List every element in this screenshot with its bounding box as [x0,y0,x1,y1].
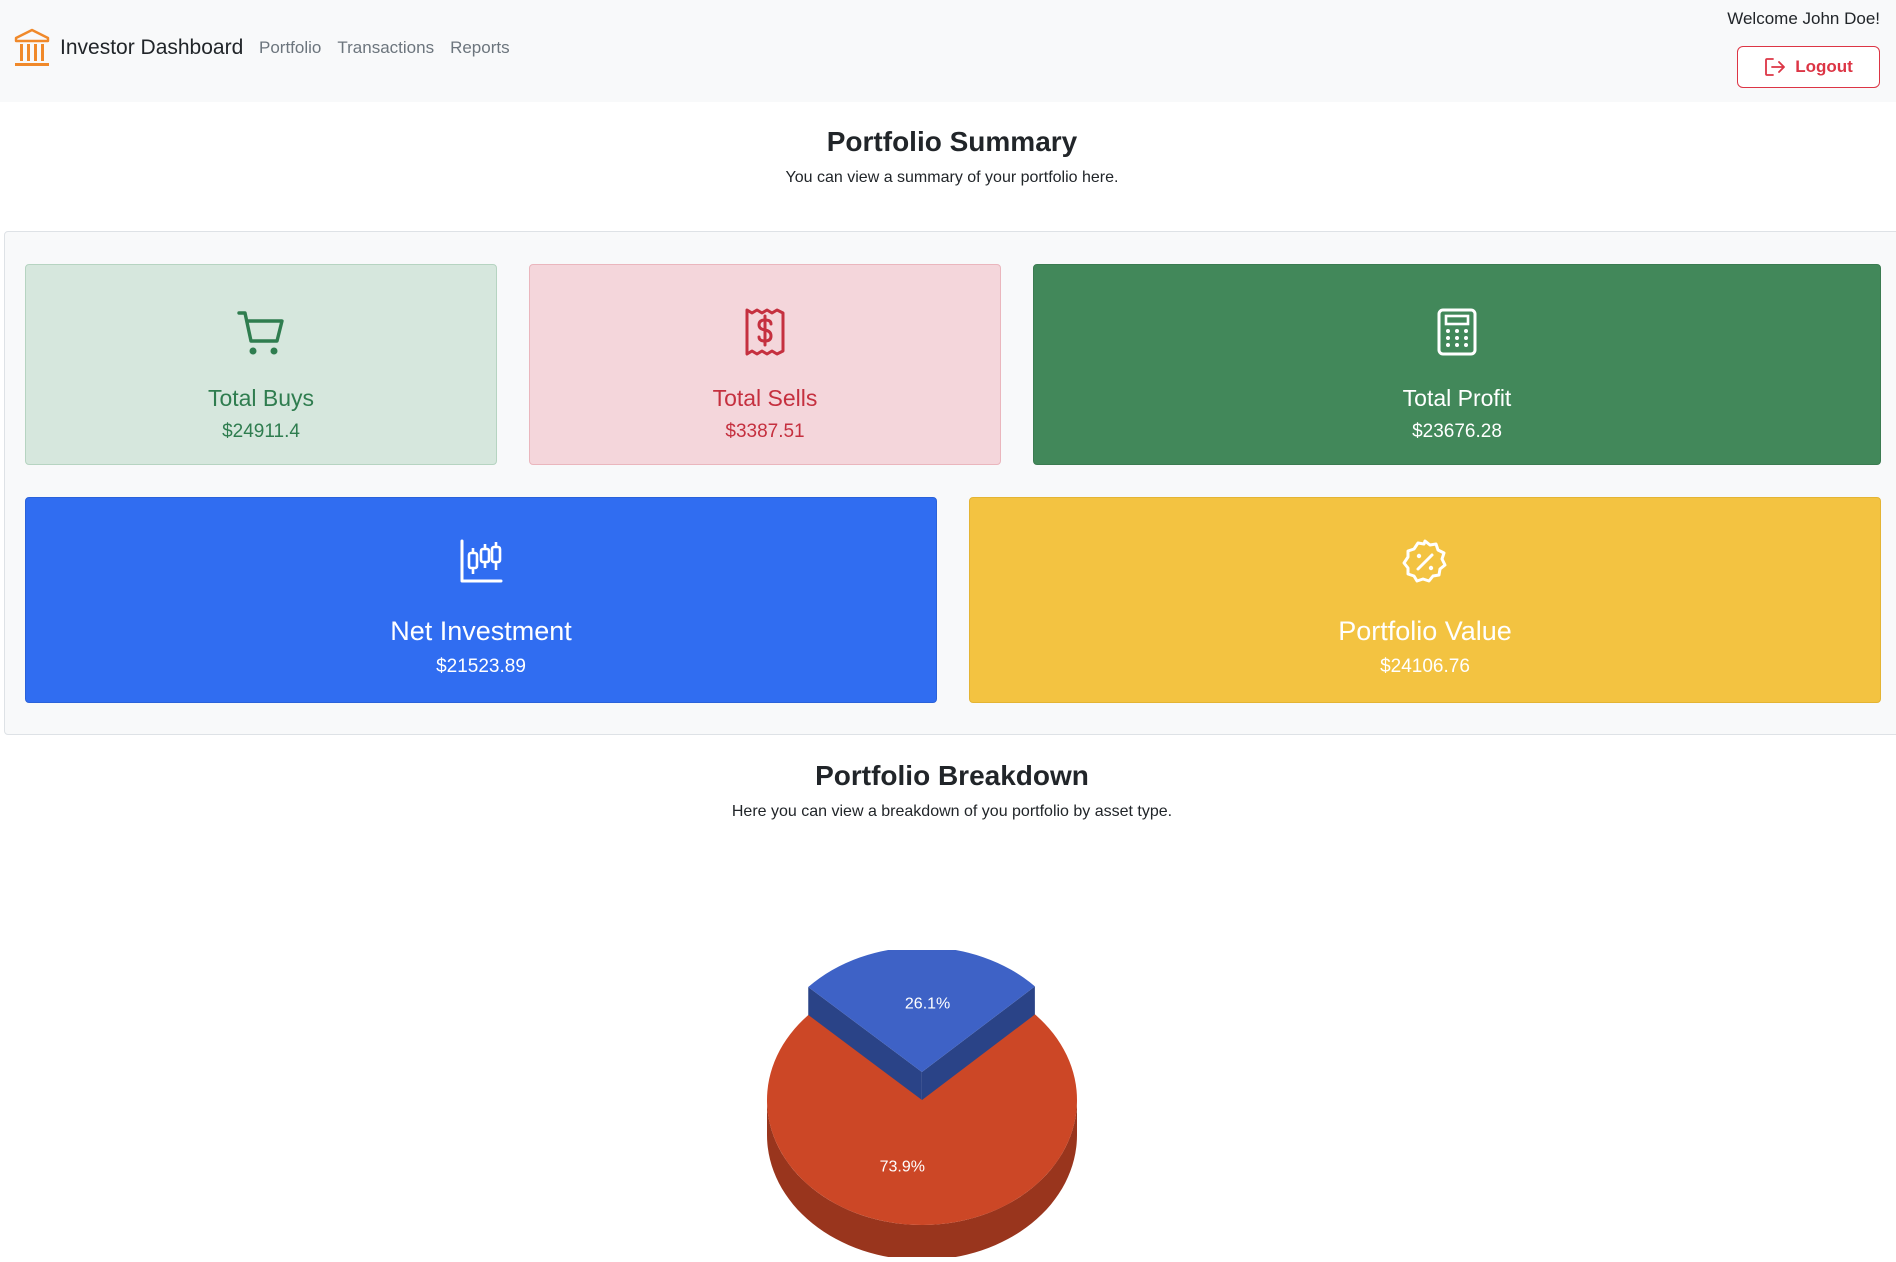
receipt-dollar-icon [744,307,786,362]
breakdown-title: Portfolio Breakdown [815,760,1089,791]
summary-subtitle: You can view a summary of your portfolio… [785,169,1119,186]
nav-link-portfolio[interactable]: Portfolio [259,38,321,58]
brand[interactable]: Investor Dashboard [14,28,243,68]
percent-badge-icon [1401,538,1449,591]
total-profit-value: $23676.28 [1412,421,1502,442]
welcome-text: Welcome John Doe! [1727,9,1880,28]
total-buys-value: $24911.4 [222,421,300,442]
net-investment-card: Net Investment $21523.89 [25,497,937,703]
portfolio-value-card: Portfolio Value $24106.76 [969,497,1881,703]
cart-icon [236,307,286,362]
net-investment-label: Net Investment [390,616,572,646]
total-buys-label: Total Buys [207,385,315,411]
logout-label: Logout [1795,57,1853,76]
candlestick-chart-icon [459,538,503,589]
nav-link-transactions[interactable]: Transactions [337,38,434,58]
total-sells-value: $3387.51 [725,421,805,442]
nav-link-reports[interactable]: Reports [450,38,510,58]
pie-slice-label-0: 73.9% [880,1158,925,1175]
total-buys-card: Total Buys $24911.4 [25,264,497,465]
portfolio-value-label: Portfolio Value [1338,616,1512,646]
total-profit-card: Total Profit $23676.28 [1033,264,1881,465]
top-navbar: Investor Dashboard Portfolio Transaction… [0,0,1896,102]
brand-title: Investor Dashboard [60,36,244,59]
pie-slice-label-1: 26.1% [905,996,950,1013]
breakdown-subtitle: Here you can view a breakdown of you por… [731,803,1173,820]
total-sells-card: Total Sells $3387.51 [529,264,1001,465]
bank-icon [14,28,50,68]
logout-button[interactable]: Logout [1737,46,1880,88]
nav-links: Portfolio Transactions Reports [259,38,526,58]
total-profit-label: Total Profit [1402,385,1512,411]
portfolio-breakdown-pie-chart: 73.9% 26.1% [740,947,1140,1260]
logout-icon [1765,58,1786,76]
net-investment-value: $21523.89 [436,656,526,677]
total-sells-label: Total Sells [712,385,818,411]
summary-title: Portfolio Summary [826,126,1078,157]
portfolio-value-value: $24106.76 [1380,656,1470,677]
calculator-icon [1436,307,1478,362]
